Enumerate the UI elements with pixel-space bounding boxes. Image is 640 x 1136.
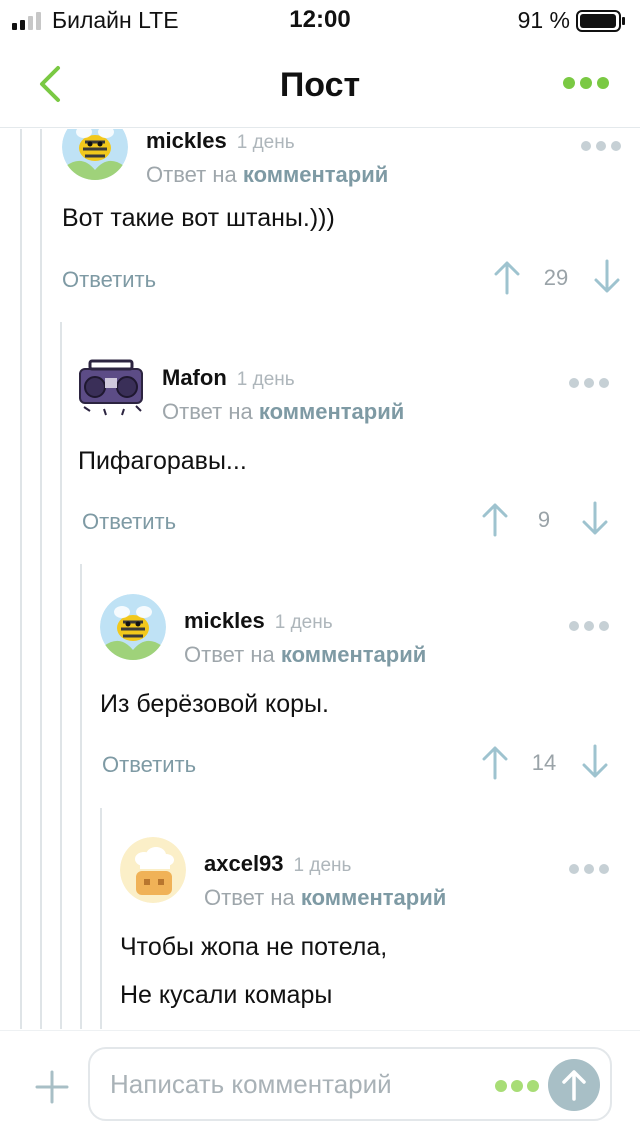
comment-thread: mickles 1 день Ответ на комментарий Вот т… — [0, 129, 640, 1029]
thread-indent-line — [40, 129, 42, 1029]
comment-author[interactable]: mickles 1 день — [146, 129, 295, 154]
comment-more-icon[interactable] — [568, 863, 610, 875]
reply-to-link[interactable]: комментарий — [301, 885, 446, 910]
thread-indent-line — [100, 808, 102, 1029]
reply-button[interactable]: Ответить — [82, 509, 176, 535]
nav-bar: Пост — [0, 40, 640, 128]
send-button[interactable] — [548, 1059, 600, 1111]
thread-indent-line — [80, 564, 82, 1029]
vote-controls: 9 — [480, 501, 610, 541]
reply-to-label: Ответ на комментарий — [204, 885, 446, 911]
reply-to-label: Ответ на комментарий — [146, 162, 388, 188]
comment-input-bar: Написать комментарий — [0, 1030, 640, 1136]
comment-time: 1 день — [236, 132, 295, 153]
reply-to-label: Ответ на комментарий — [162, 399, 404, 425]
comment-score: 9 — [537, 507, 551, 532]
comment-text-line: Чтобы жопа не потела, — [120, 933, 388, 961]
comment-text-line: Пифагоравы... — [78, 447, 247, 475]
arrow-up-icon[interactable] — [480, 744, 510, 780]
comment-text-line: Не кусали комары — [120, 981, 333, 1009]
comment: mickles 1 день Ответ на комментарий Из бе… — [100, 594, 610, 794]
reply-button[interactable]: Ответить — [62, 267, 156, 293]
comment-more-icon[interactable] — [568, 620, 610, 632]
plus-icon[interactable] — [34, 1069, 70, 1105]
reply-prefix: Ответ на — [204, 885, 295, 910]
comment-more-icon[interactable] — [568, 377, 610, 389]
comment-text: Из берёзовой коры. — [100, 680, 329, 728]
arrow-up-icon — [562, 1070, 586, 1101]
more-options-icon[interactable] — [494, 1079, 540, 1093]
comment-author[interactable]: axcel93 1 день — [204, 851, 351, 877]
status-bar: Билайн LTE 12:00 91 % — [0, 0, 640, 40]
page-title: Пост — [279, 66, 361, 104]
username[interactable]: mickles — [184, 608, 265, 633]
comment-input[interactable]: Написать комментарий — [88, 1047, 612, 1121]
more-options-icon[interactable] — [562, 76, 610, 90]
reply-prefix: Ответ на — [184, 642, 275, 667]
comment-time: 1 день — [274, 612, 333, 633]
comment-text-line: Вот такие вот штаны.))) — [62, 204, 335, 232]
vote-controls: 14 — [480, 744, 610, 784]
reply-to-link[interactable]: комментарий — [259, 399, 404, 424]
comment-score: 14 — [531, 750, 557, 775]
comment-text: Пифагоравы... — [78, 437, 247, 485]
arrow-down-icon[interactable] — [592, 259, 622, 295]
arrow-down-icon[interactable] — [580, 501, 610, 537]
comment-time: 1 день — [293, 855, 352, 876]
comment-more-icon[interactable] — [580, 140, 622, 152]
comment-author[interactable]: Mafon 1 день — [162, 365, 295, 391]
arrow-down-icon[interactable] — [580, 744, 610, 780]
battery-percent: 91 % — [517, 7, 570, 33]
reply-to-label: Ответ на комментарий — [184, 642, 426, 668]
comment: axcel93 1 день Ответ на комментарий Чтобы… — [120, 837, 610, 1027]
reply-button[interactable]: Ответить — [102, 752, 196, 778]
thread-indent-line — [20, 129, 22, 1029]
boombox-avatar[interactable] — [78, 351, 144, 417]
comment-text: Вот такие вот штаны.))) — [62, 194, 335, 242]
comment-author[interactable]: mickles 1 день — [184, 608, 333, 634]
reply-prefix: Ответ на — [162, 399, 253, 424]
reply-prefix: Ответ на — [146, 162, 237, 187]
battery-icon — [576, 10, 625, 32]
vote-controls: 29 — [492, 259, 622, 299]
reply-to-link[interactable]: комментарий — [243, 162, 388, 187]
arrow-up-icon[interactable] — [480, 501, 510, 537]
username[interactable]: axcel93 — [204, 851, 284, 876]
username[interactable]: Mafon — [162, 365, 227, 390]
chef-house-avatar[interactable] — [120, 837, 186, 903]
bee-avatar[interactable] — [62, 129, 128, 180]
comment-time: 1 день — [236, 369, 295, 390]
comment: Mafon 1 день Ответ на комментарий Пифагор… — [78, 351, 610, 551]
comment-text: Чтобы жопа не потела, Не кусали комары — [120, 923, 387, 1019]
bee-avatar[interactable] — [100, 594, 166, 660]
username[interactable]: mickles — [146, 129, 227, 153]
arrow-up-icon[interactable] — [492, 259, 522, 295]
thread-indent-line — [60, 322, 62, 1029]
comment-score: 29 — [543, 265, 569, 290]
comment: mickles 1 день Ответ на комментарий Вот т… — [62, 129, 622, 314]
comment-placeholder: Написать комментарий — [110, 1069, 392, 1099]
comment-text-line: Из берёзовой коры. — [100, 690, 329, 718]
reply-to-link[interactable]: комментарий — [281, 642, 426, 667]
